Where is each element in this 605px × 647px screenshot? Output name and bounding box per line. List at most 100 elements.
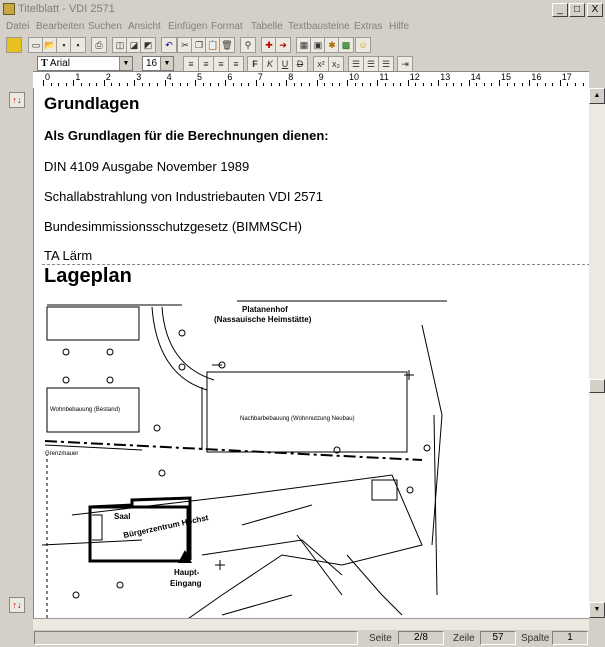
site-plan-map: Platanenhof (Nassauische Heimstätte) Woh…	[42, 300, 447, 618]
label-buergerzentrum: Bürgerzentrum Höchst	[123, 513, 210, 540]
ruler-number: 13	[440, 72, 451, 82]
italic-button[interactable]: K	[262, 56, 278, 72]
ruler-tick	[392, 83, 394, 86]
ruler-number: 14	[470, 72, 481, 82]
menu-textbausteine[interactable]: Textbausteine	[288, 21, 350, 32]
bullet-list-icon[interactable]: ☰	[348, 56, 364, 72]
ruler-tick	[559, 80, 561, 86]
ruler-tick	[164, 80, 166, 86]
save-all-icon[interactable]: ▪	[70, 37, 86, 53]
ruler[interactable]: 0123456789101112131415161718	[33, 71, 589, 88]
menu-hilfe[interactable]: Hilfe	[389, 21, 409, 32]
outdent-icon[interactable]: ☰	[378, 56, 394, 72]
ruler-tick	[141, 83, 143, 86]
strikethrough-button[interactable]: D	[292, 56, 308, 72]
ruler-number: 0	[45, 72, 51, 82]
menu-format[interactable]: Format	[211, 21, 243, 32]
status-seite-value: 2/8	[398, 631, 444, 645]
ruler-tick	[309, 83, 310, 86]
align-left-icon[interactable]: ≡	[183, 56, 199, 72]
sort-down-icon[interactable]: ↑↓	[9, 597, 25, 613]
scroll-up-icon[interactable]: ▲	[589, 88, 605, 104]
label-nassauische: (Nassauische Heimstätte)	[214, 315, 312, 324]
ruler-tick	[293, 83, 295, 86]
ruler-tick	[453, 83, 455, 86]
chevron-down-icon[interactable]: ▼	[160, 57, 173, 70]
ruler-tick	[369, 83, 371, 86]
chevron-down-icon[interactable]: ▼	[119, 57, 132, 70]
ruler-tick	[81, 83, 82, 86]
tab-stop-button[interactable]: ⇥	[397, 56, 413, 72]
menu-datei[interactable]: Datei	[6, 21, 29, 32]
ruler-tick	[407, 80, 409, 86]
subheading: Als Grundlagen für die Berechnungen dien…	[44, 128, 329, 143]
document-page[interactable]: Grundlagen Als Grundlagen für die Berech…	[33, 88, 590, 618]
label-eingang: Eingang	[170, 579, 202, 588]
delete-icon[interactable]: 🗑	[219, 37, 235, 53]
heading-lageplan: Lageplan	[44, 265, 132, 287]
label-wohnbebauung: Wohnbebauung (Bestand)	[50, 407, 120, 413]
left-gutter: ↑↓ ↑↓	[0, 88, 33, 618]
ruler-tick	[103, 80, 105, 86]
undo-icon[interactable]: ↶	[161, 37, 177, 53]
ruler-tick	[263, 83, 265, 86]
minimize-button[interactable]: _	[552, 3, 568, 17]
label-nachbarbebauung: Nachbarbebauung (Wohnnutzung Neubau)	[240, 416, 355, 422]
menu-suchen[interactable]: Suchen	[88, 21, 122, 32]
align-right-icon[interactable]: ≡	[213, 56, 229, 72]
ruler-tick	[567, 83, 569, 86]
scroll-down-icon[interactable]: ▼	[589, 602, 605, 618]
ruler-number: 10	[349, 72, 360, 82]
underline-button[interactable]: U	[277, 56, 293, 72]
ruler-tick	[544, 83, 546, 86]
smiley-icon[interactable]: ☺	[355, 37, 371, 53]
scroll-thumb[interactable]	[589, 379, 605, 393]
font-family-select[interactable]: T Arial ▼	[37, 56, 133, 71]
ruler-tick	[316, 80, 318, 86]
ruler-number: 15	[501, 72, 512, 82]
standard-toolbar: ▭ 📂 ▪ ▪ ⎙ ◫ ◪ ◩ ↶ ✂ ❐ 📋 🗑 ⚲ ✚ ➜ ▦ ▣ ✱ ▩ …	[0, 36, 605, 55]
ruler-tick	[187, 83, 189, 86]
paragraph-line: Bundesimmissionsschutzgesetz (BIMMSCH)	[44, 219, 302, 234]
ruler-tick	[445, 83, 447, 86]
ruler-tick	[552, 83, 554, 86]
menu-bearbeiten[interactable]: Bearbeiten	[36, 21, 84, 32]
menu-extras[interactable]: Extras	[354, 21, 382, 32]
vertical-scrollbar[interactable]: ▲ ▼	[589, 88, 605, 618]
justify-icon[interactable]: ≡	[228, 56, 244, 72]
status-zeile-label: Zeile	[453, 633, 475, 644]
heading-grundlagen: Grundlagen	[44, 94, 140, 113]
ruler-tick	[354, 83, 356, 86]
maximize-button[interactable]: □	[569, 3, 585, 17]
menu-tabelle[interactable]: Tabelle	[251, 21, 283, 32]
indent-icon[interactable]: ☰	[363, 56, 379, 72]
image-icon[interactable]: ▩	[338, 37, 354, 53]
label-haupt: Haupt-	[174, 568, 200, 577]
window-title: Titelblatt - VDI 2571	[18, 3, 115, 15]
close-button[interactable]: X	[587, 3, 603, 17]
ruler-tick	[217, 83, 219, 86]
ruler-tick	[210, 83, 212, 86]
ruler-tick	[415, 83, 417, 86]
find-binoculars-icon[interactable]: ⚲	[240, 37, 256, 53]
ruler-tick	[385, 83, 386, 86]
font-size-select[interactable]: 16 ▼	[142, 56, 174, 71]
ruler-tick	[248, 83, 250, 86]
bold-button[interactable]: F	[247, 56, 263, 72]
save-as-icon[interactable]: ◩	[140, 37, 156, 53]
ruler-tick	[339, 83, 341, 86]
paragraph-line: Schallabstrahlung von Industriebauten VD…	[44, 189, 323, 204]
status-spalte-label: Spalte	[521, 633, 550, 644]
align-center-icon[interactable]: ≡	[198, 56, 214, 72]
superscript-button[interactable]: x²	[313, 56, 329, 72]
menu-einfuegen[interactable]: Einfügen	[168, 21, 207, 32]
subscript-button[interactable]: x₂	[328, 56, 344, 72]
book-icon[interactable]	[6, 37, 22, 53]
ruler-tick	[96, 83, 98, 86]
export-icon[interactable]: ➜	[275, 37, 291, 53]
ruler-tick	[491, 83, 493, 86]
menu-ansicht[interactable]: Ansicht	[128, 21, 161, 32]
print-icon[interactable]: ⎙	[91, 37, 107, 53]
ruler-tick	[126, 83, 128, 86]
sort-up-icon[interactable]: ↑↓	[9, 92, 25, 108]
